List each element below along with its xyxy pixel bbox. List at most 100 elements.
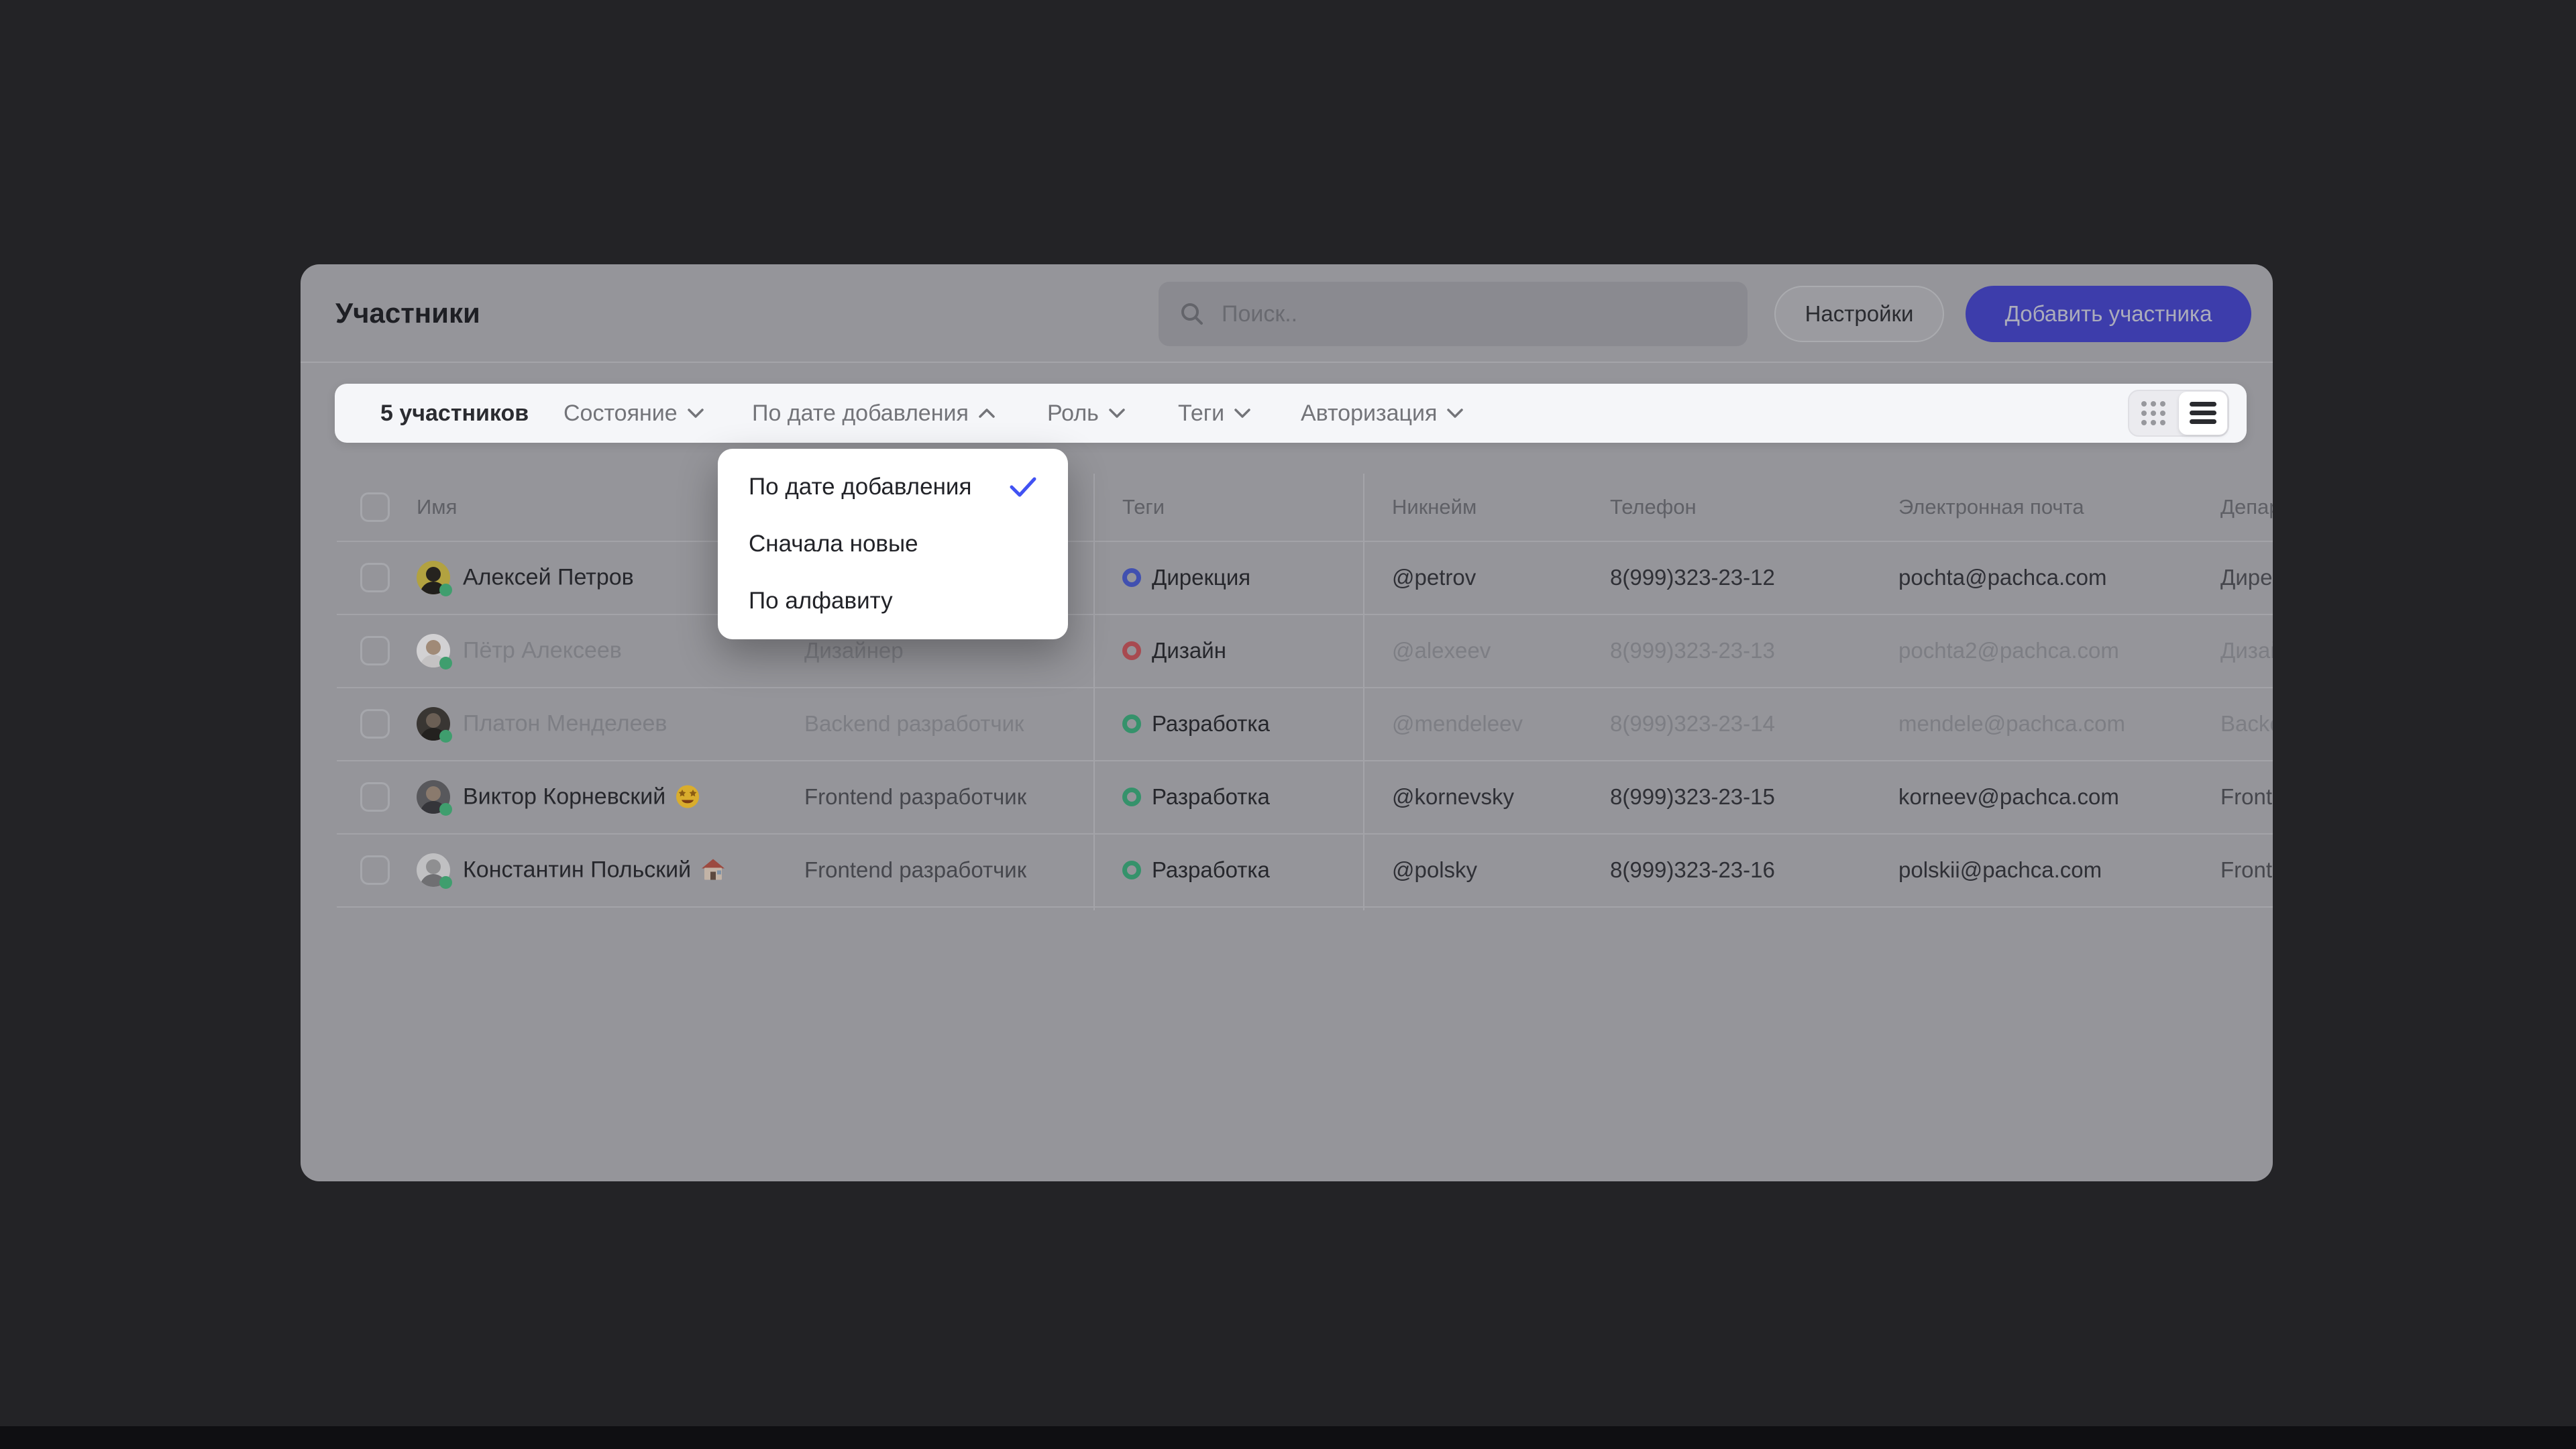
- online-status-dot: [439, 730, 452, 743]
- members-modal: Участники Настройки Добавить участника И…: [301, 264, 2273, 1181]
- avatar: [417, 707, 450, 741]
- list-view-button[interactable]: [2179, 392, 2228, 435]
- column-header-tags: Теги: [1122, 495, 1165, 519]
- online-status-dot: [439, 803, 452, 816]
- member-email: mendele@pachca.com: [1898, 711, 2125, 737]
- chevron-down-icon: [1108, 408, 1126, 419]
- menu-item-newest-first[interactable]: Сначала новые: [718, 516, 1068, 573]
- search-icon: [1179, 301, 1205, 327]
- filter-tags[interactable]: Теги: [1178, 384, 1251, 443]
- row-checkbox[interactable]: [360, 782, 390, 812]
- table-row[interactable]: Алексей Петров Дирекция @petrov 8(999)32…: [301, 541, 2273, 614]
- sort-dropdown-menu: По дате добавления Сначала новые По алфа…: [718, 449, 1068, 639]
- member-name: Платон Менделеев: [463, 710, 667, 737]
- filter-sort-by-date[interactable]: По дате добавления: [752, 384, 996, 443]
- member-phone: 8(999)323-23-15: [1610, 784, 1775, 810]
- member-department: Директор: [2220, 565, 2273, 590]
- row-checkbox[interactable]: [360, 636, 390, 665]
- member-role: Frontend разработчик: [804, 784, 1026, 810]
- member-department: Backend разработчик: [2220, 711, 2273, 737]
- member-role: Дизайнер: [804, 638, 904, 663]
- filter-state[interactable]: Состояние: [564, 384, 704, 443]
- list-icon: [2188, 400, 2218, 427]
- avatar: [417, 780, 450, 814]
- tag-ring-icon: [1122, 714, 1141, 733]
- row-checkbox[interactable]: [360, 563, 390, 592]
- house-emoji: [700, 857, 726, 883]
- settings-button[interactable]: Настройки: [1774, 286, 1944, 342]
- row-checkbox[interactable]: [360, 709, 390, 739]
- member-nickname: @alexeev: [1392, 638, 1491, 663]
- grid-icon: [2139, 398, 2168, 428]
- online-status-dot: [439, 876, 452, 889]
- member-name: Пётр Алексеев: [463, 637, 622, 663]
- member-nickname: @polsky: [1392, 857, 1477, 883]
- member-name: Алексей Петров: [463, 564, 634, 590]
- header-divider: [301, 362, 2273, 363]
- tag-ring-icon: [1122, 788, 1141, 806]
- member-email: pochta2@pachca.com: [1898, 638, 2119, 663]
- filter-bar: 5 участников Состояние По дате добавлени…: [335, 384, 2247, 443]
- member-tag: Дирекция: [1122, 565, 1250, 590]
- chevron-down-icon: [687, 408, 704, 419]
- table-header: Имя Роль Теги Никнейм Телефон Электронна…: [301, 474, 2273, 541]
- table-row[interactable]: Константин Польский Frontend разработчик…: [301, 833, 2273, 906]
- filter-authorization[interactable]: Авторизация: [1301, 384, 1464, 443]
- page-title: Участники: [335, 264, 480, 362]
- select-all-checkbox[interactable]: [360, 492, 390, 522]
- chevron-down-icon: [1446, 408, 1464, 419]
- tag-ring-icon: [1122, 641, 1141, 660]
- column-header-phone: Телефон: [1610, 495, 1697, 519]
- search-box[interactable]: [1159, 282, 1748, 346]
- online-status-dot: [439, 657, 452, 669]
- table-row[interactable]: Виктор Корневский Frontend разработчик Р…: [301, 760, 2273, 833]
- member-department: Frontend разработчик: [2220, 784, 2273, 810]
- table-row[interactable]: Пётр Алексеев Дизайнер Дизайн @alexeev 8…: [301, 614, 2273, 687]
- menu-item-alphabetical[interactable]: По алфавиту: [718, 573, 1068, 630]
- member-nickname: @kornevsky: [1392, 784, 1514, 810]
- column-header-department: Департамент: [2220, 495, 2273, 519]
- view-mode-toggle: [2128, 390, 2229, 437]
- chevron-up-icon: [978, 408, 996, 419]
- member-nickname: @petrov: [1392, 565, 1476, 590]
- avatar: [417, 853, 450, 887]
- member-tag: Разработка: [1122, 711, 1270, 737]
- avatar: [417, 561, 450, 594]
- filter-role[interactable]: Роль: [1047, 384, 1126, 443]
- members-count: 5 участников: [380, 384, 529, 443]
- member-phone: 8(999)323-23-13: [1610, 638, 1775, 663]
- chevron-down-icon: [1234, 408, 1251, 419]
- star-struck-emoji: [675, 784, 700, 810]
- members-table: Алексей Петров Дирекция @petrov 8(999)32…: [301, 541, 2273, 906]
- member-role: Backend разработчик: [804, 711, 1024, 737]
- member-phone: 8(999)323-23-14: [1610, 711, 1775, 737]
- member-nickname: @mendeleev: [1392, 711, 1523, 737]
- member-email: korneev@pachca.com: [1898, 784, 2119, 810]
- avatar: [417, 634, 450, 667]
- member-tag: Дизайн: [1122, 638, 1226, 663]
- bottom-bar: [0, 1426, 2576, 1449]
- column-header-name: Имя: [417, 495, 457, 519]
- row-checkbox[interactable]: [360, 855, 390, 885]
- member-name: Константин Польский: [463, 857, 691, 883]
- member-tag: Разработка: [1122, 857, 1270, 883]
- member-tag: Разработка: [1122, 784, 1270, 810]
- member-email: pochta@pachca.com: [1898, 565, 2107, 590]
- tag-ring-icon: [1122, 861, 1141, 879]
- member-role: Frontend разработчик: [804, 857, 1026, 883]
- search-input[interactable]: [1220, 301, 1727, 328]
- member-phone: 8(999)323-23-12: [1610, 565, 1775, 590]
- member-department: Frontend разработчик: [2220, 857, 2273, 883]
- member-email: polskii@pachca.com: [1898, 857, 2102, 883]
- menu-item-by-date-added[interactable]: По дате добавления: [718, 459, 1068, 516]
- online-status-dot: [439, 584, 452, 596]
- checkmark-icon: [1009, 476, 1037, 498]
- tag-ring-icon: [1122, 568, 1141, 587]
- member-department: Дизайнер: [2220, 638, 2273, 663]
- column-header-email: Электронная почта: [1898, 495, 2084, 519]
- grid-view-button[interactable]: [2129, 391, 2178, 435]
- add-member-button[interactable]: Добавить участника: [1966, 286, 2251, 342]
- column-header-nickname: Никнейм: [1392, 495, 1477, 519]
- member-name: Виктор Корневский: [463, 784, 665, 810]
- table-row[interactable]: Платон Менделеев Backend разработчик Раз…: [301, 687, 2273, 760]
